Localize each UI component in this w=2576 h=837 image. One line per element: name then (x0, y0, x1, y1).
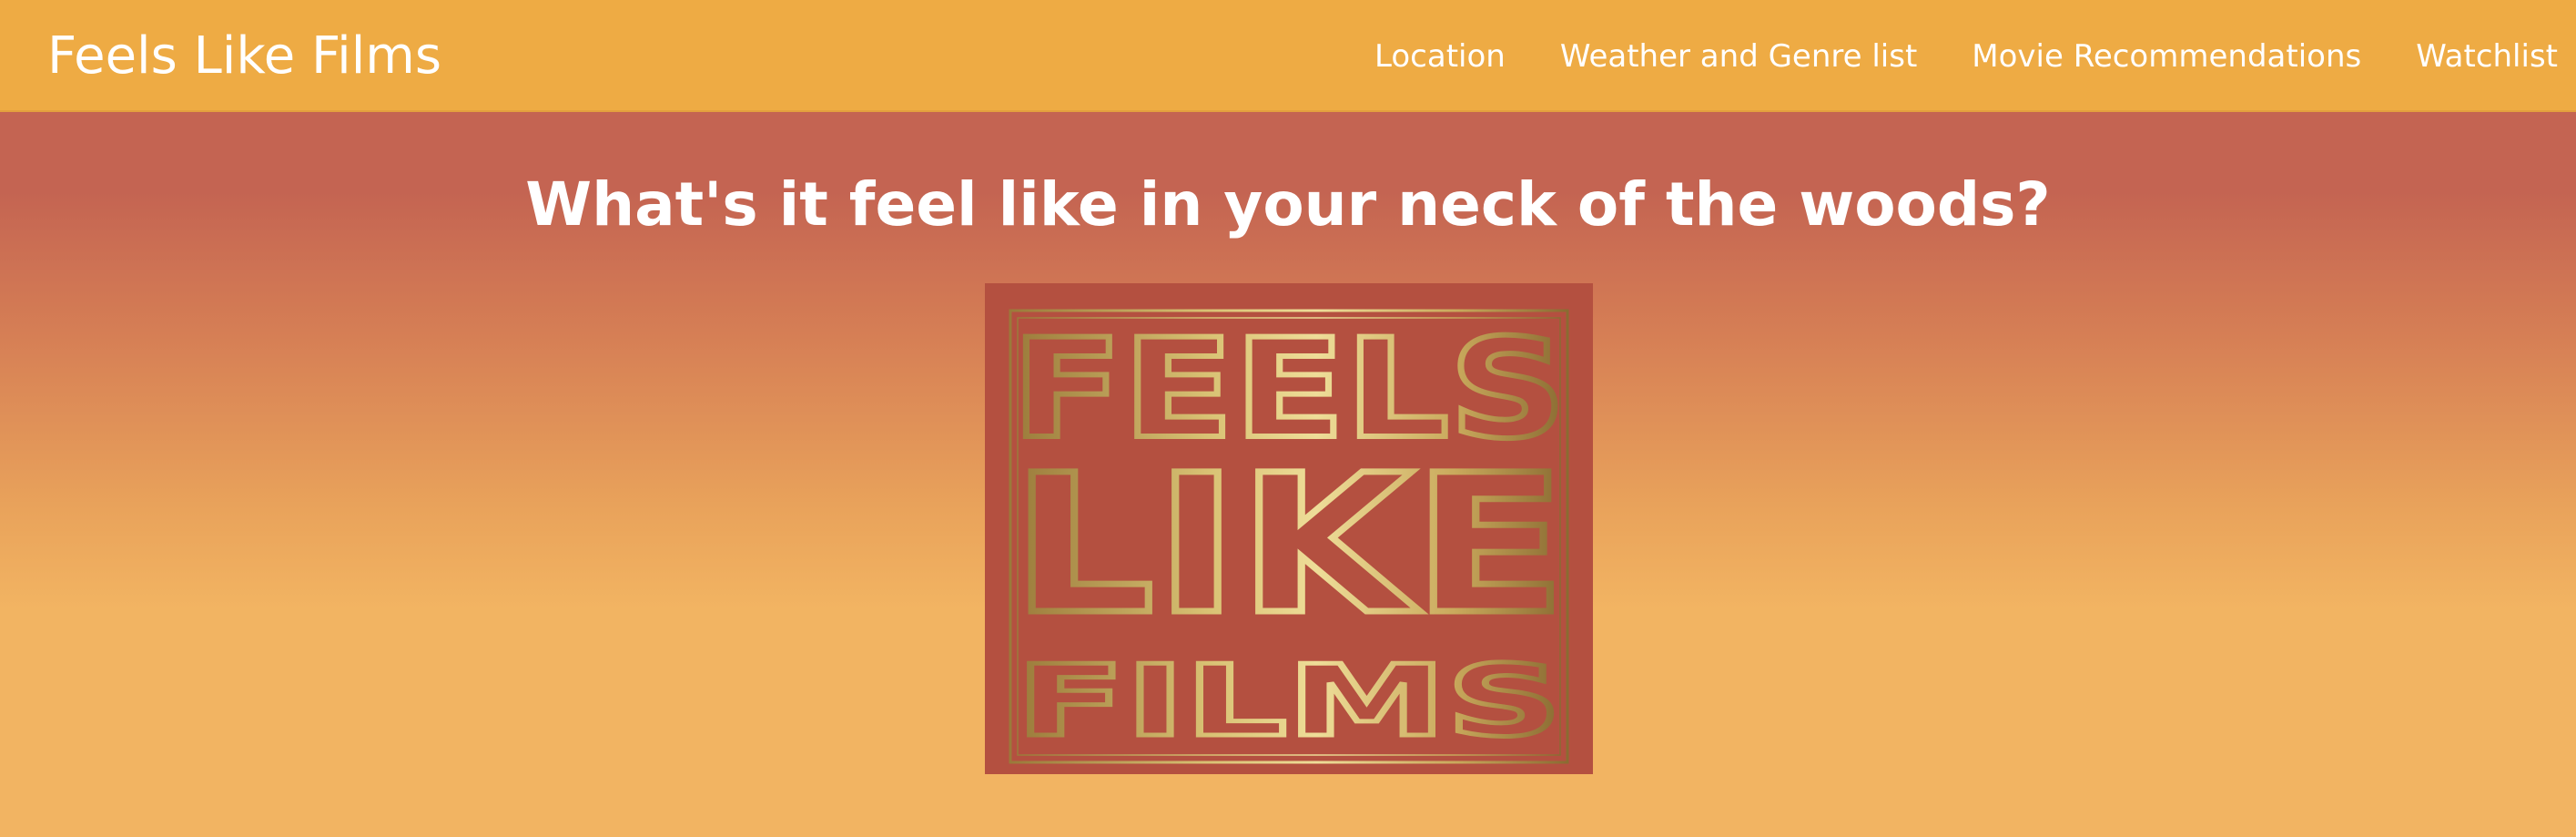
nav-link-weather-genre-list[interactable]: Weather and Genre list (1560, 36, 1917, 77)
page-heading: What's it feel like in your neck of the … (525, 169, 2051, 240)
nav-link-movie-recommendations[interactable]: Movie Recommendations (1972, 36, 2361, 77)
logo-graphic: FEELS LIKE FILMS (1009, 308, 1570, 764)
logo-text-like: LIKE (1011, 434, 1567, 657)
logo-text-films: FILMS (1016, 645, 1562, 759)
feels-like-films-logo: FEELS LIKE FILMS (985, 283, 1593, 774)
nav-link-watchlist[interactable]: Watchlist (2416, 36, 2558, 77)
nav-links: Location Weather and Genre list Movie Re… (1374, 0, 2558, 112)
top-navbar: Feels Like Films Location Weather and Ge… (0, 0, 2576, 112)
brand-link[interactable]: Feels Like Films (47, 24, 441, 89)
nav-link-location[interactable]: Location (1374, 36, 1506, 77)
